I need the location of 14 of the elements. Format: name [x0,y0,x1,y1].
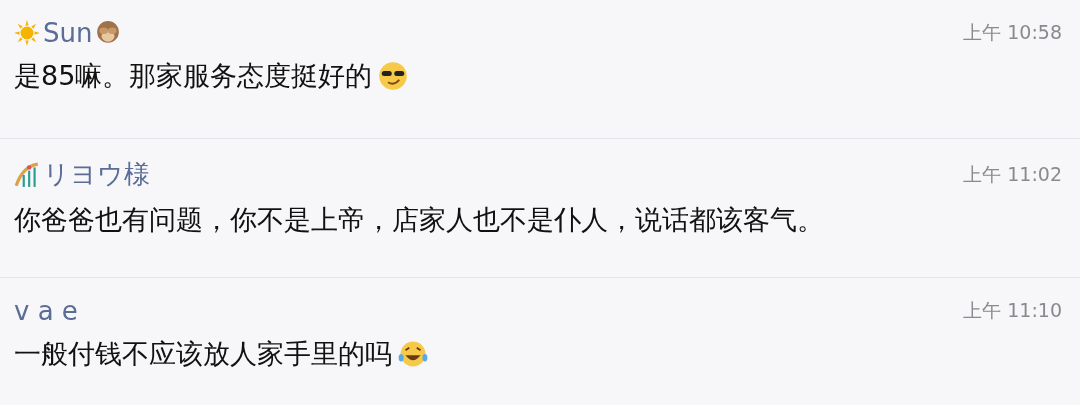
user-name[interactable]: Sun [43,18,93,48]
timestamp: 上午 11:02 [963,161,1062,187]
timestamp: 上午 11:10 [963,298,1062,323]
comment-text: 一般付钱不应该放人家手里的吗 [14,337,392,371]
roller-coaster-icon [14,161,40,188]
comment-text: 是85嘛。那家服务态度挺好的 [14,59,373,93]
timestamp: 上午 10:58 [963,20,1062,45]
sunglasses-face-icon [378,61,409,91]
comment-text: 你爸爸也有问题，你不是上帝，店家人也不是仆人，说话都该客气。 [14,203,824,237]
user-name[interactable]: v a e [14,296,78,326]
laughing-tears-icon [398,339,428,369]
monkey-icon [95,20,122,46]
user-name[interactable]: リヨウ様 [43,157,150,192]
sun-icon [14,20,40,46]
